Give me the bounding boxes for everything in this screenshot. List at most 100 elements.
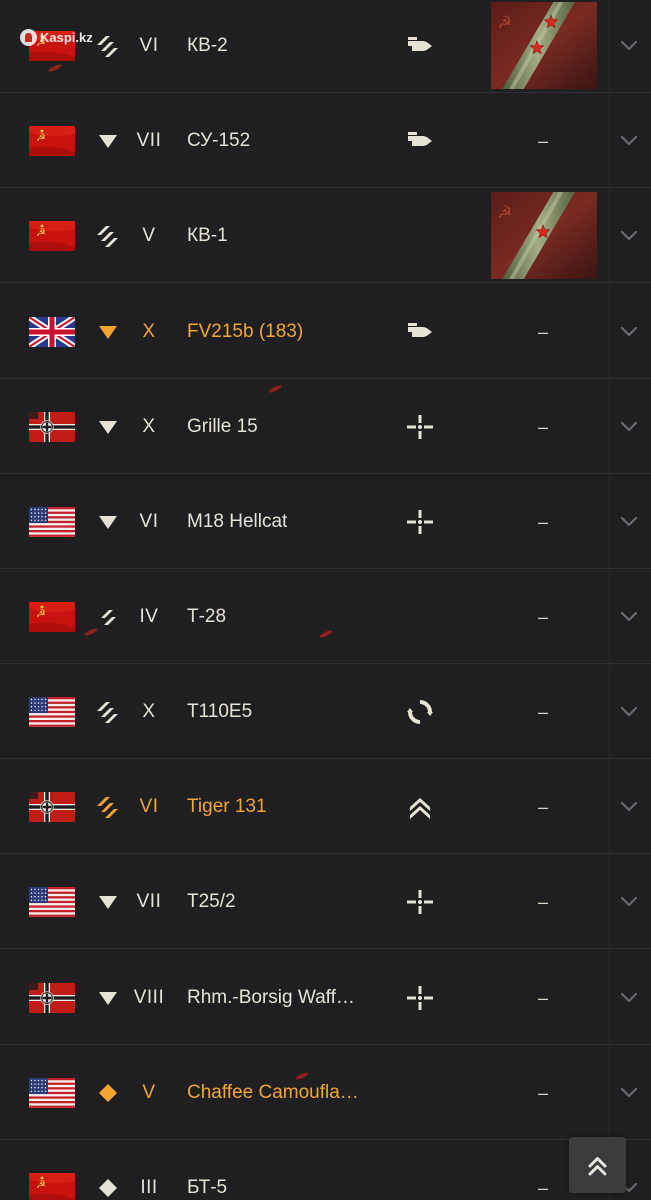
watermark-text: Kaspi.kz	[40, 29, 93, 45]
vehicle-row[interactable]: X FV215b (183) –	[0, 284, 651, 379]
svg-text:☭: ☭	[36, 226, 46, 239]
td-tank-class-icon	[95, 509, 121, 535]
vehicle-name: Tiger 131	[187, 796, 267, 818]
kaspi-logo-icon	[20, 28, 37, 46]
vehicle-tier: VI	[139, 510, 159, 532]
expand-chevron-icon[interactable]	[617, 223, 641, 247]
nation-flag-ussr: ☭	[29, 601, 75, 632]
vehicle-tier: X	[142, 320, 156, 342]
td-tank-class-icon	[95, 889, 121, 915]
double-chevron-up-icon	[588, 1157, 607, 1176]
column-divider	[609, 94, 610, 189]
svg-text:☭: ☭	[497, 203, 512, 223]
vehicle-row[interactable]: ☭ VII СУ-152 –	[0, 94, 651, 189]
vehicle-name: FV215b (183)	[187, 320, 304, 342]
assault-spg-role-icon	[403, 316, 437, 348]
vehicle-name: СУ-152	[187, 130, 251, 152]
light-tank-class-icon	[95, 1080, 121, 1106]
vehicle-name: T110E5	[187, 701, 253, 723]
expand-chevron-icon[interactable]	[617, 509, 641, 533]
nation-flag-usa	[29, 697, 75, 728]
vehicle-name: T25/2	[187, 891, 236, 913]
column-divider	[609, 1045, 610, 1140]
nation-flag-ussr: ☭	[29, 1172, 75, 1200]
column-divider	[609, 569, 610, 664]
expand-chevron-icon[interactable]	[617, 604, 641, 628]
column-divider	[609, 0, 610, 93]
reward-empty: –	[537, 987, 548, 1008]
svg-text:☭: ☭	[497, 13, 512, 33]
td-tank-class-icon	[95, 319, 121, 345]
column-divider	[609, 284, 610, 379]
nation-flag-ussr: ☭	[29, 221, 75, 252]
vehicle-tier: VII	[136, 891, 162, 913]
svg-text:☭: ☭	[36, 1178, 46, 1191]
vehicle-row[interactable]: VI M18 Hellcat –	[0, 474, 651, 569]
expand-chevron-icon[interactable]	[617, 985, 641, 1009]
vehicle-row[interactable]: ☭ VI КВ-2 ☭	[0, 0, 651, 93]
heavy-tank-class-icon	[95, 699, 121, 725]
vehicle-row[interactable]: V Chaffee Camoufla… –	[0, 1045, 651, 1140]
nation-flag-germany	[29, 411, 75, 442]
vehicle-row[interactable]: VIII Rhm.-Borsig Waff… –	[0, 950, 651, 1045]
reward-empty: –	[537, 131, 548, 152]
vehicle-list-screen: ☭ VI КВ-2 ☭ ☭ VII СУ-152 – ☭ V КВ-1 ☭ X FV215b (183) –…	[0, 0, 651, 1200]
nation-flag-usa	[29, 506, 75, 537]
sniper-role-icon	[403, 506, 437, 538]
vehicle-row[interactable]: X Grille 15 –	[0, 379, 651, 474]
light-tank-class-icon	[95, 1175, 121, 1200]
expand-chevron-icon[interactable]	[617, 128, 641, 152]
nation-flag-usa	[29, 1077, 75, 1108]
reward-empty: –	[537, 702, 548, 723]
nation-flag-germany	[29, 982, 75, 1013]
heavy-tank-class-icon	[95, 794, 121, 820]
vehicle-tier: VII	[136, 130, 162, 152]
vehicle-name: Rhm.-Borsig Waff…	[187, 986, 355, 1008]
svg-text:☭: ☭	[36, 607, 46, 620]
vehicle-name: M18 Hellcat	[187, 510, 288, 532]
td-tank-class-icon	[95, 414, 121, 440]
column-divider	[609, 665, 610, 760]
vehicle-tier: IV	[139, 605, 159, 627]
vehicle-row[interactable]: ☭ III БТ-5–	[0, 1140, 651, 1200]
expand-chevron-icon[interactable]	[617, 794, 641, 818]
breakthrough-role-icon	[403, 791, 437, 823]
vehicle-row[interactable]: X T110E5 –	[0, 665, 651, 760]
nation-flag-ussr: ☭	[29, 126, 75, 157]
vehicle-tier: V	[142, 1081, 156, 1103]
expand-chevron-icon[interactable]	[617, 699, 641, 723]
expand-chevron-icon[interactable]	[617, 889, 641, 913]
nation-flag-usa	[29, 887, 75, 918]
nation-flag-uk	[29, 316, 75, 347]
expand-chevron-icon[interactable]	[617, 414, 641, 438]
reward-empty: –	[537, 321, 548, 342]
vehicle-row[interactable]: VII T25/2 –	[0, 855, 651, 950]
expand-chevron-icon[interactable]	[617, 33, 641, 57]
td-tank-class-icon	[95, 985, 121, 1011]
nation-flag-germany	[29, 792, 75, 823]
kaspi-watermark: Kaspi.kz	[20, 27, 93, 47]
medium-tank-class-icon	[95, 604, 121, 630]
sniper-role-icon	[403, 411, 437, 443]
vehicle-row[interactable]: VI Tiger 131 –	[0, 760, 651, 855]
td-tank-class-icon	[95, 128, 121, 154]
vehicle-tier: VI	[139, 796, 159, 818]
column-divider	[609, 379, 610, 474]
vehicle-tier: V	[142, 225, 156, 247]
reward-empty: –	[537, 416, 548, 437]
reward-empty: –	[537, 892, 548, 913]
assault-spg-role-icon	[403, 125, 437, 157]
vehicle-name: КВ-1	[187, 225, 228, 247]
vehicle-tier: III	[140, 1176, 158, 1198]
expand-chevron-icon[interactable]	[617, 1080, 641, 1104]
vehicle-row[interactable]: ☭ IV Т-28 –	[0, 569, 651, 664]
expand-chevron-icon[interactable]	[617, 319, 641, 343]
versatile-role-icon	[403, 696, 437, 728]
column-divider	[609, 855, 610, 950]
vehicle-row[interactable]: ☭ V КВ-1 ☭	[0, 189, 651, 284]
reward-camouflage-image: ☭	[491, 192, 597, 280]
vehicle-tier: X	[142, 415, 156, 437]
sniper-role-icon	[403, 886, 437, 918]
vehicle-tier: X	[142, 701, 156, 723]
scroll-to-top-button[interactable]	[569, 1137, 626, 1193]
